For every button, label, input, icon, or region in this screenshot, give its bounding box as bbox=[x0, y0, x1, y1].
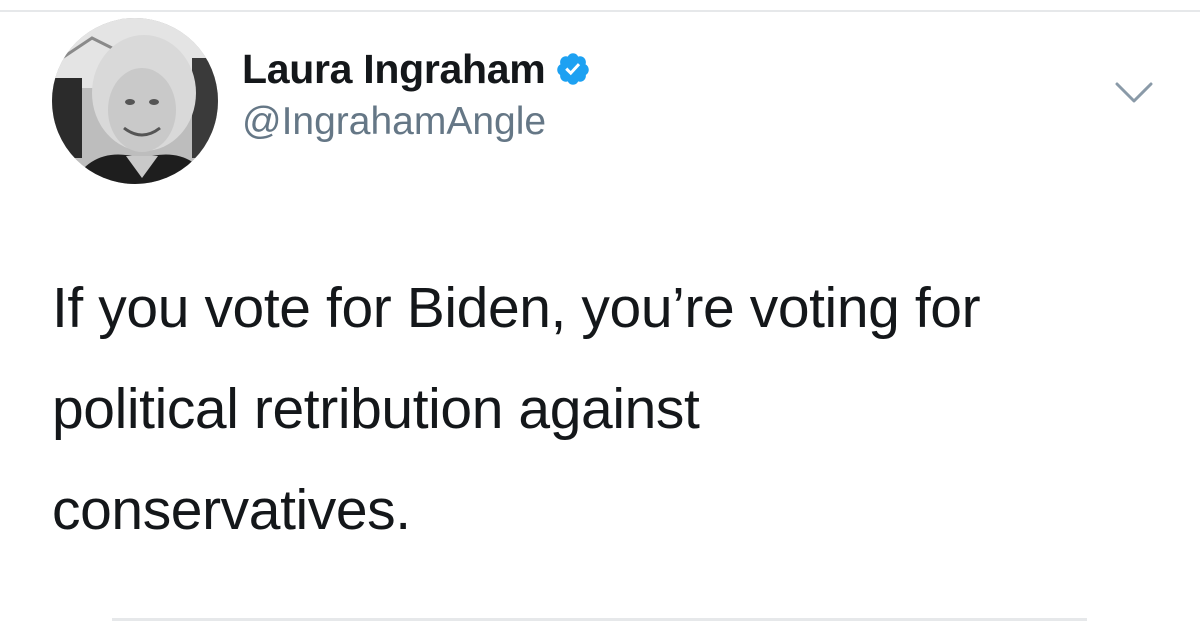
bottom-divider bbox=[112, 618, 1087, 621]
display-name[interactable]: Laura Ingraham bbox=[242, 46, 546, 93]
tweet-text-line: conservatives. bbox=[52, 478, 411, 542]
chevron-down-icon[interactable] bbox=[1114, 80, 1154, 106]
author-name-row: Laura Ingraham bbox=[242, 44, 591, 94]
tweet-text: If you vote for Biden, you’re voting for… bbox=[52, 258, 1172, 561]
tweet-text-line: political retribution against bbox=[52, 377, 700, 441]
tweet-text-line: If you vote for Biden, you’re voting for bbox=[52, 276, 981, 340]
avatar[interactable] bbox=[52, 18, 218, 184]
username-handle[interactable]: @IngrahamAngle bbox=[242, 100, 546, 144]
verified-badge-icon bbox=[555, 51, 591, 87]
profile-photo-icon bbox=[52, 18, 218, 184]
top-divider bbox=[0, 10, 1200, 12]
tweet-card: Laura Ingraham @IngrahamAngle If you vot… bbox=[0, 0, 1200, 628]
